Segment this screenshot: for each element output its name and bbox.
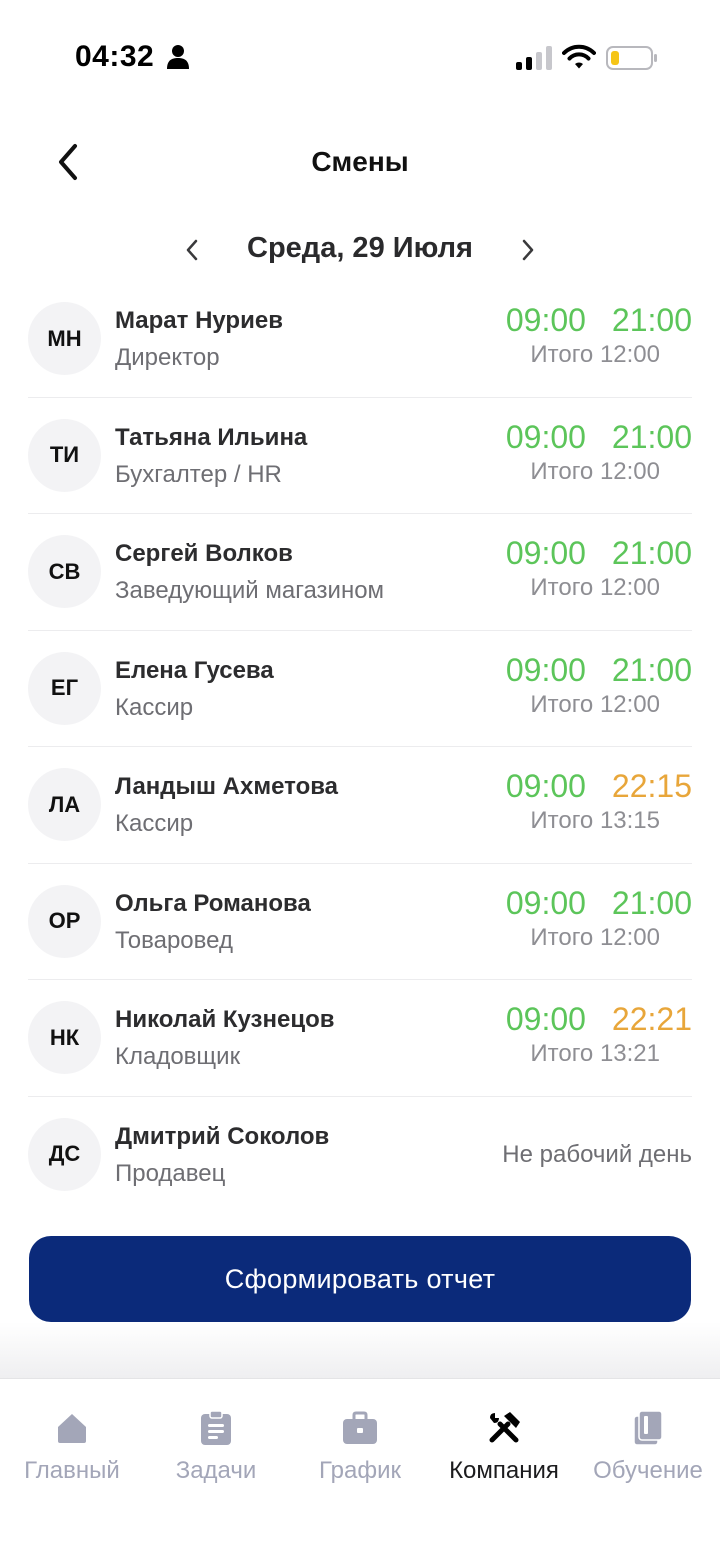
employee-role: Кладовщик: [115, 1043, 241, 1070]
avatar: СВ: [28, 535, 101, 608]
shift-total: Итого 12:00: [530, 923, 660, 951]
status-bar: 04:32: [0, 0, 720, 110]
tab-tasks[interactable]: Задачи: [144, 1405, 288, 1505]
status-time: 04:32: [75, 40, 155, 73]
shift-start: 09:00: [505, 884, 586, 921]
tools-icon: [486, 1409, 522, 1447]
tab-home[interactable]: Главный: [0, 1405, 144, 1505]
employee-name: Николай Кузнецов: [115, 1006, 335, 1033]
employee-name: Елена Гусева: [115, 656, 274, 684]
shift-start: 09:00: [505, 302, 586, 338]
employee-name: Марат Нуриев: [115, 307, 283, 334]
chevron-left-icon: [186, 239, 198, 261]
employee-name: Дмитрий Соколов: [115, 1122, 330, 1150]
avatar: МН: [28, 302, 101, 375]
home-icon: [54, 1409, 90, 1447]
employee-role: Товаровед: [115, 926, 233, 954]
shift-total: Итого 13:15: [530, 807, 660, 834]
briefcase-icon: [342, 1409, 378, 1447]
employee-row[interactable]: ОР Ольга Романова Товаровед 09:00 21:00 И…: [28, 864, 692, 980]
avatar: ТИ: [28, 418, 101, 492]
tab-company[interactable]: Компания: [432, 1405, 576, 1505]
tab-bar: Главный Задачи График Компания Обучение: [0, 1378, 720, 1566]
avatar: НК: [28, 1001, 101, 1074]
employee-role: Бухгалтер / HR: [115, 460, 282, 488]
employee-name: Ольга Романова: [115, 889, 311, 917]
employee-row[interactable]: СВ Сергей Волков Заведующий магазином 09…: [28, 514, 692, 631]
avatar: ЛА: [28, 768, 101, 841]
employee-name: Ландыш Ахметова: [115, 773, 339, 800]
employee-row[interactable]: ТИ Татьяна Ильина Бухгалтер / HR 09:00 21…: [28, 398, 692, 514]
employee-list: МН Марат Нуриев Директор 09:00 21:00 Итог…: [28, 281, 692, 1213]
previous-day-button[interactable]: [172, 228, 212, 272]
employee-row[interactable]: ЛА Ландыш Ахметова Кассир 09:00 22:15 Ито…: [28, 747, 692, 864]
shift-total: Итого 13:21: [530, 1040, 660, 1067]
shift-times: 09:00 21:00: [506, 885, 692, 922]
shift-end: 21:00: [611, 651, 692, 688]
shift-start: 09:00: [505, 768, 586, 804]
employee-name: Сергей Волков: [115, 540, 293, 567]
employee-role: Кассир: [115, 693, 194, 721]
tab-learning[interactable]: Обучение: [576, 1405, 720, 1505]
non-working-day-label: Не рабочий день: [502, 1140, 692, 1168]
shift-total: Итого 12:00: [530, 574, 660, 601]
bottom-fade: [0, 1322, 720, 1380]
employee-role: Кассир: [115, 810, 194, 837]
next-day-button[interactable]: [508, 228, 548, 272]
tab-schedule[interactable]: График: [288, 1405, 432, 1505]
page-title: Смены: [311, 146, 409, 177]
employee-name: Татьяна Ильина: [115, 423, 308, 451]
shift-end: 21:00: [611, 884, 692, 921]
tab-label: Обучение: [593, 1457, 703, 1484]
shift-end: 22:21: [611, 1001, 692, 1037]
shift-times: 09:00 21:00: [506, 419, 692, 456]
tab-label: Главный: [24, 1457, 120, 1484]
tab-label: Задачи: [175, 1457, 257, 1484]
book-icon: [630, 1409, 666, 1447]
shift-total: Итого 12:00: [530, 341, 660, 368]
shift-total: Итого 12:00: [530, 457, 660, 485]
signal-icon: [516, 46, 552, 70]
date-navigation: Среда, 29 Июля: [0, 224, 720, 276]
shift-times: 09:00 22:21: [506, 1001, 692, 1038]
shift-total: Итого 12:00: [530, 690, 660, 718]
tab-label: Компания: [449, 1457, 559, 1484]
shift-start: 09:00: [505, 535, 586, 571]
shift-start: 09:00: [505, 1001, 586, 1037]
battery-icon: [606, 46, 657, 70]
employee-row[interactable]: МН Марат Нуриев Директор 09:00 21:00 Итог…: [28, 281, 692, 398]
shift-start: 09:00: [505, 651, 586, 688]
shift-end: 22:15: [611, 768, 692, 804]
shift-times: 09:00 21:00: [506, 535, 692, 572]
generate-report-button[interactable]: Сформировать отчет: [29, 1236, 691, 1322]
shift-times: 09:00 21:00: [506, 652, 692, 689]
employee-role: Директор: [115, 344, 220, 371]
employee-role: Заведующий магазином: [115, 577, 385, 604]
wifi-icon: [562, 44, 596, 69]
shift-start: 09:00: [505, 418, 586, 455]
employee-role: Продавец: [115, 1159, 226, 1187]
shift-end: 21:00: [611, 302, 692, 338]
shift-times: 09:00 21:00: [506, 302, 692, 339]
person-icon: [167, 45, 189, 69]
avatar: ЕГ: [28, 651, 101, 725]
avatar: ДС: [28, 1117, 101, 1191]
employee-row[interactable]: ДС Дмитрий Соколов Продавец Не рабочий д…: [28, 1097, 692, 1214]
shift-end: 21:00: [611, 418, 692, 455]
shift-end: 21:00: [611, 535, 692, 571]
employee-row[interactable]: НК Николай Кузнецов Кладовщик 09:00 22:21…: [28, 980, 692, 1097]
clipboard-icon: [198, 1409, 234, 1447]
chevron-right-icon: [522, 239, 534, 261]
date-label: Среда, 29 Июля: [247, 232, 473, 264]
avatar: ОР: [28, 884, 101, 958]
shift-times: 09:00 22:15: [506, 768, 692, 805]
employee-row[interactable]: ЕГ Елена Гусева Кассир 09:00 21:00 Итого …: [28, 631, 692, 747]
tab-label: График: [319, 1457, 401, 1484]
